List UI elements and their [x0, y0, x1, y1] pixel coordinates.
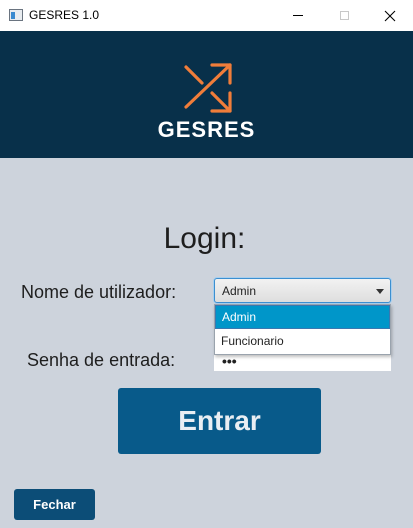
window-title-bar: GESRES 1.0 — [0, 0, 413, 31]
close-icon — [384, 10, 396, 21]
chevron-down-icon[interactable] — [376, 289, 384, 294]
minimize-button[interactable] — [275, 0, 321, 31]
password-field[interactable]: ••• — [214, 354, 391, 371]
close-window-button[interactable] — [367, 0, 413, 31]
dropdown-option-funcionario[interactable]: Funcionario — [215, 329, 390, 353]
password-mask: ••• — [222, 354, 237, 369]
maximize-icon — [339, 11, 349, 20]
minimize-icon — [293, 15, 303, 16]
maximize-button[interactable] — [321, 0, 367, 31]
shuffle-arrows-icon — [184, 63, 232, 113]
logo-text: GESRES — [157, 117, 256, 142]
username-select[interactable]: Admin — [214, 278, 391, 303]
password-label: Senha de entrada: — [27, 350, 176, 370]
username-select-value: Admin — [222, 284, 257, 298]
username-label: Nome de utilizador: — [21, 282, 177, 302]
username-dropdown-list: Admin Funcionario — [214, 304, 391, 355]
app-window-icon — [9, 9, 23, 21]
page-title: Login: — [163, 222, 246, 255]
enter-button[interactable]: Entrar — [118, 388, 321, 454]
dropdown-option-admin[interactable]: Admin — [215, 305, 390, 329]
close-button[interactable]: Fechar — [14, 489, 95, 520]
window-title: GESRES 1.0 — [29, 8, 100, 22]
